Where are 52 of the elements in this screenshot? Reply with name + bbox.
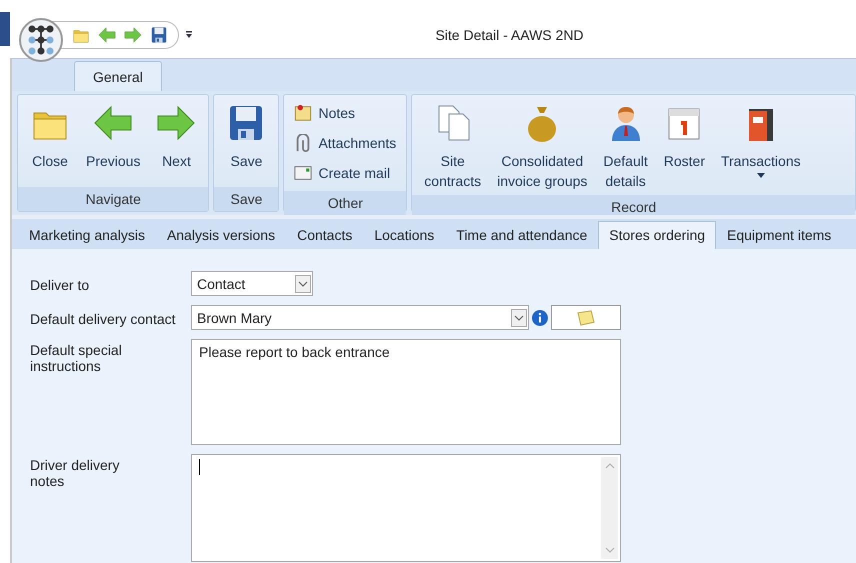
ribbon-button[interactable]: Save bbox=[218, 99, 274, 187]
group-label: Navigate bbox=[18, 187, 208, 211]
scrollbar[interactable] bbox=[601, 457, 618, 559]
ribbon-button[interactable]: Create mail bbox=[292, 161, 398, 185]
field-label: Deliver to bbox=[30, 276, 90, 295]
ribbon-button[interactable]: Transactions bbox=[712, 99, 809, 195]
arrow-right-icon[interactable] bbox=[124, 26, 142, 44]
dropdown-field[interactable]: Contact bbox=[191, 271, 313, 296]
window-title: Site Detail - AAWS 2ND bbox=[434, 27, 585, 43]
ribbon-tab[interactable]: General bbox=[74, 61, 162, 91]
tab[interactable]: Analysis versions bbox=[156, 221, 286, 249]
clip-icon bbox=[294, 134, 312, 152]
text-cursor bbox=[199, 459, 200, 475]
arrow-left-icon bbox=[93, 103, 134, 143]
text-area[interactable]: Please report to back entrance bbox=[191, 339, 621, 445]
ribbon-button[interactable]: Site contracts bbox=[416, 99, 490, 195]
chevron-down-icon[interactable] bbox=[604, 547, 614, 553]
tab[interactable]: Marketing analysis bbox=[18, 221, 156, 249]
field-label: Default special instructions bbox=[30, 341, 123, 376]
ribbon-button[interactable]: Notes bbox=[292, 101, 398, 125]
dropdown-field[interactable]: Brown Mary bbox=[191, 305, 530, 330]
tab[interactable]: Time and attendance bbox=[445, 221, 598, 249]
chevron-up-icon[interactable] bbox=[604, 463, 614, 469]
tab[interactable]: Equipment items bbox=[716, 221, 842, 249]
note-button[interactable] bbox=[551, 305, 621, 330]
group-label: Other bbox=[284, 191, 406, 215]
arrow-right-icon bbox=[156, 103, 196, 143]
mail-icon bbox=[294, 164, 312, 182]
group-label: Save bbox=[214, 187, 278, 211]
info-icon[interactable] bbox=[531, 308, 550, 326]
field-label: Default delivery contact bbox=[30, 310, 177, 329]
caret-icon bbox=[756, 173, 765, 179]
ribbon-button[interactable]: Close bbox=[22, 99, 78, 187]
tab[interactable]: Contacts bbox=[286, 221, 364, 249]
tab[interactable]: Locations bbox=[363, 221, 446, 249]
ribbon-button[interactable]: Default details bbox=[595, 99, 656, 195]
ribbon-button[interactable]: Previous bbox=[78, 99, 148, 187]
window-edge bbox=[0, 12, 10, 46]
sticky-note-icon bbox=[577, 310, 596, 326]
dropdown-icon[interactable] bbox=[295, 274, 311, 292]
note-icon bbox=[294, 104, 312, 122]
arrow-left-icon[interactable] bbox=[98, 26, 116, 44]
tab[interactable]: Stores ordering bbox=[598, 221, 716, 249]
group-label: Record bbox=[412, 195, 855, 215]
text-area[interactable] bbox=[191, 454, 621, 562]
dropdown-icon[interactable] bbox=[511, 308, 528, 326]
customize-dropdown-icon[interactable] bbox=[185, 30, 193, 40]
ribbon-button[interactable]: Roster bbox=[656, 99, 713, 195]
ribbon-button[interactable]: Next bbox=[148, 99, 204, 187]
ribbon-button[interactable]: Attachments bbox=[292, 131, 398, 155]
ribbon-button[interactable]: Consolidated invoice groups bbox=[489, 99, 596, 195]
field-label: Driver delivery notes bbox=[30, 456, 120, 491]
